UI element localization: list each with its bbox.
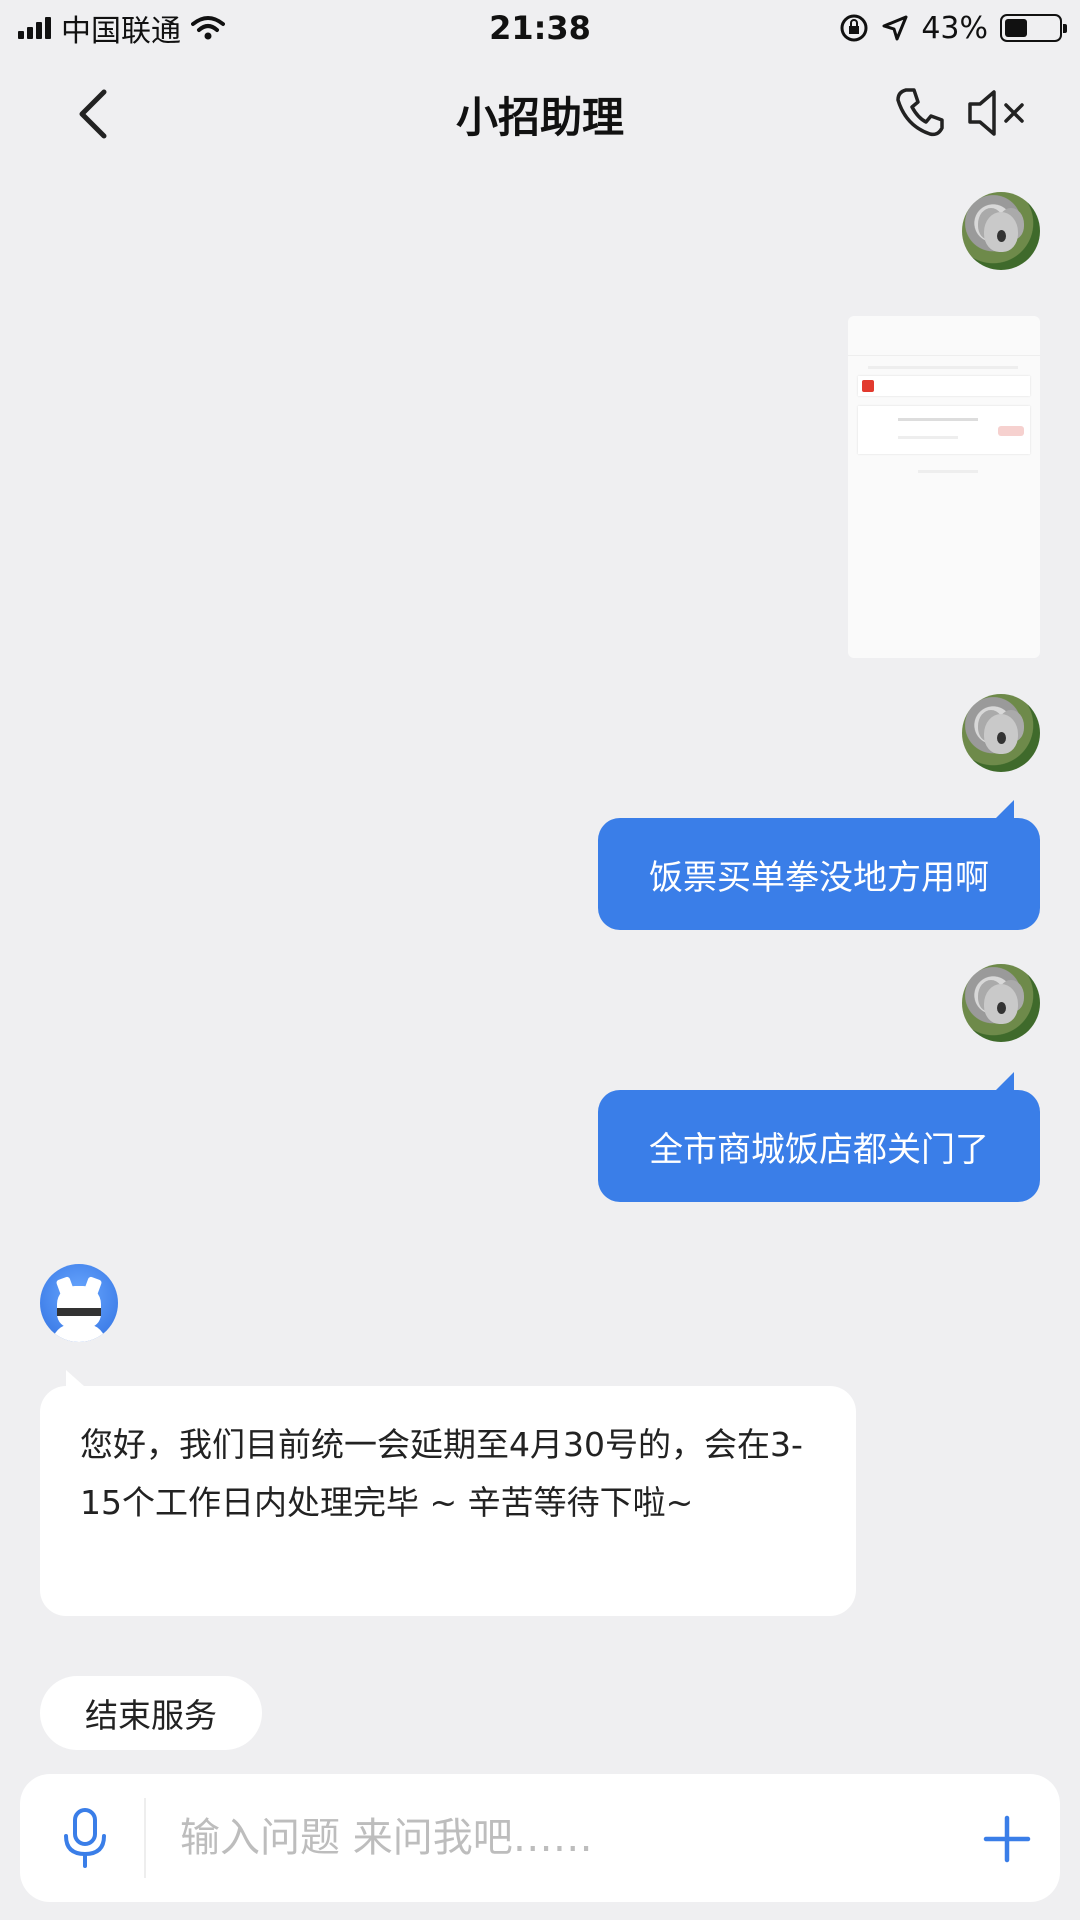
message-bubble-outgoing[interactable]: 全市商城饭店都关门了 — [598, 1072, 1040, 1202]
input-bar — [20, 1774, 1060, 1902]
message-bubble-incoming[interactable]: 您好，我们目前统一会延期至4月30号的，会在3-15个工作日内处理完毕 ~ 辛苦… — [40, 1370, 856, 1616]
microphone-icon[interactable] — [60, 1806, 110, 1870]
status-right: 43% — [839, 8, 1067, 48]
image-message-thumbnail[interactable] — [848, 316, 1040, 658]
plus-icon[interactable] — [982, 1814, 1032, 1864]
question-input[interactable] — [180, 1802, 960, 1874]
divider — [144, 1798, 146, 1878]
message-text: 您好，我们目前统一会延期至4月30号的，会在3-15个工作日内处理完毕 ~ 辛苦… — [80, 1425, 803, 1522]
battery-icon — [1000, 14, 1067, 42]
status-bar: 中国联通 21:38 43% — [0, 0, 1080, 60]
message-text: 饭票买单拳没地方用啊 — [649, 857, 989, 898]
avatar[interactable] — [962, 964, 1040, 1042]
location-icon — [882, 15, 908, 41]
avatar[interactable] — [962, 192, 1040, 270]
nav-bar: 小招助理 — [0, 60, 1080, 160]
message-text: 全市商城饭店都关门了 — [649, 1129, 989, 1170]
avatar[interactable] — [962, 694, 1040, 772]
message-bubble-outgoing[interactable]: 饭票买单拳没地方用啊 — [598, 800, 1040, 930]
phone-icon[interactable] — [892, 84, 948, 140]
speaker-mute-icon[interactable] — [966, 88, 1032, 138]
bot-avatar[interactable] — [40, 1264, 118, 1342]
rotation-lock-icon — [840, 14, 868, 42]
battery-percent: 43% — [921, 10, 988, 46]
end-service-button[interactable]: 结束服务 — [40, 1676, 262, 1750]
